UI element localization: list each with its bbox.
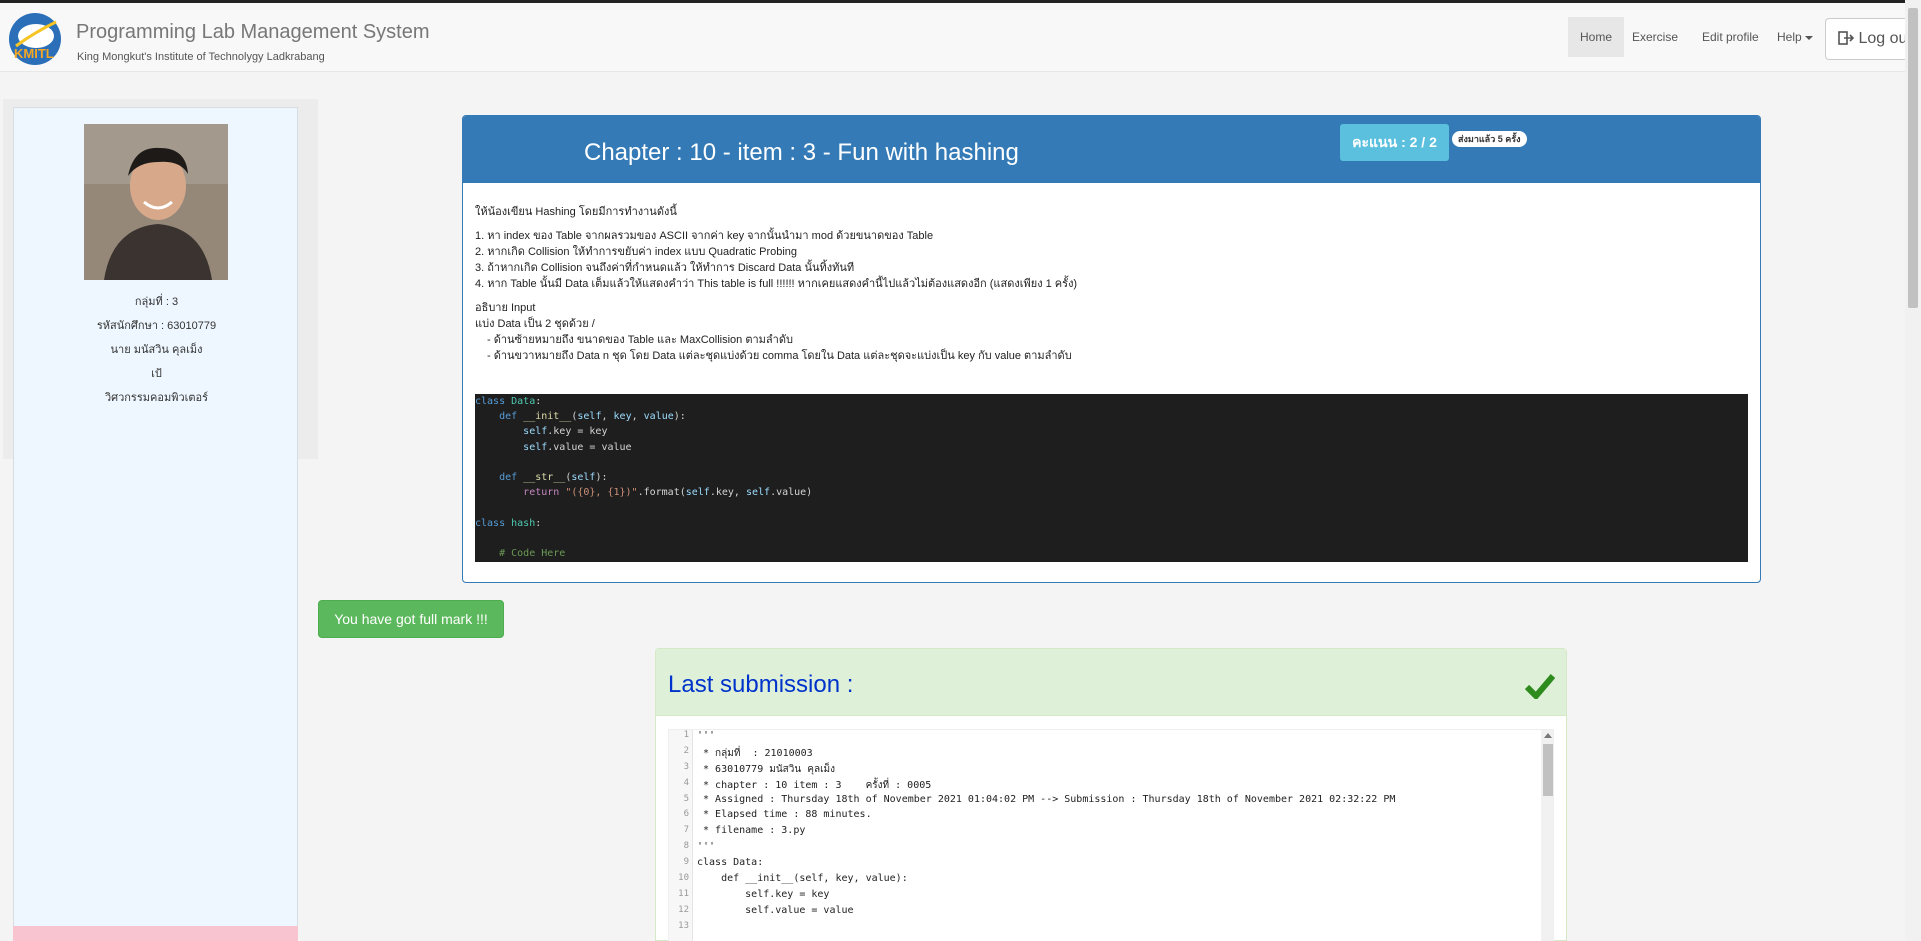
- nav-home[interactable]: Home: [1568, 17, 1625, 57]
- problem-steps: 1. หา index ของ Table จากผลรวมของ ASCII …: [475, 228, 1745, 292]
- profile-group: กลุ่มที่ : 3: [134, 296, 179, 308]
- sidebar-footer-strip: [13, 926, 298, 941]
- code-scrollbar[interactable]: [1541, 730, 1553, 941]
- logout-icon: [1838, 31, 1855, 45]
- problem-description: ให้น้องเขียน Hashing โดยมีการทำงานดังนี้…: [475, 204, 1745, 364]
- check-icon: [1525, 674, 1555, 699]
- code-line: * filename : 3.py: [697, 825, 806, 837]
- input-item: - ด้านซ้ายหมายถึง ขนาดของ Table และ MaxC…: [487, 334, 793, 346]
- profile-sidebar: กลุ่มที่ : 3 รหัสนักศึกษา : 63010779 นาย…: [13, 107, 298, 941]
- starter-code-block[interactable]: class Data: def __init__(self, key, valu…: [475, 394, 1748, 562]
- sent-count-badge: ส่งมาแล้ว 5 ครั้ง: [1452, 131, 1527, 147]
- code-line: self.value = value: [697, 904, 854, 916]
- problem-step: 2. หากเกิด Collision ให้ทำการขยับค่า ind…: [475, 246, 798, 258]
- problem-step: 1. หา index ของ Table จากผลรวมของ ASCII …: [475, 230, 934, 242]
- code-line: self.key = key: [697, 888, 830, 900]
- profile-student-id: รหัสนักศึกษา : 63010779: [96, 320, 217, 332]
- profile-photo: [84, 124, 228, 280]
- app-subtitle: King Mongkut's Institute of Technolygy L…: [77, 51, 325, 63]
- input-heading: อธิบาย Input: [475, 302, 536, 314]
- submission-code-lines: ''' * กลุ่มที่ : 21010003 * 63010779 มนั…: [697, 730, 1537, 937]
- line-number: 3: [683, 761, 689, 772]
- line-number-gutter: 1 2 3 4 5 6 7 8 9 10 11 12 13: [669, 730, 693, 941]
- submission-code-editor[interactable]: 1 2 3 4 5 6 7 8 9 10 11 12 13 ''' * กลุ่มที่ : 21010…: [668, 729, 1554, 941]
- logout-label: Log out: [1858, 30, 1912, 47]
- nav-help-dropdown[interactable]: Help: [1765, 17, 1825, 57]
- code-line: ''': [697, 841, 716, 853]
- code-line: * chapter : 10 item : 3 ครั้งที่ : 0005: [697, 779, 932, 791]
- problem-panel: Chapter : 10 - item : 3 - Fun with hashi…: [462, 115, 1761, 583]
- line-number: 5: [683, 793, 689, 804]
- page-scrollbar[interactable]: [1905, 0, 1921, 941]
- input-item: - ด้านขวาหมายถึง Data n ชุด โดย Data แต่…: [487, 350, 1072, 362]
- line-number: 1: [683, 730, 689, 740]
- input-items: - ด้านซ้ายหมายถึง ขนาดของ Table และ MaxC…: [475, 332, 1745, 364]
- code-line: def __init__(self, key, value):: [697, 873, 908, 885]
- nav-exercise[interactable]: Exercise: [1620, 17, 1690, 57]
- line-number: 8: [683, 841, 689, 852]
- problem-step: 4. หาก Table นั้นมี Data เต็มแล้วให้แสดง…: [475, 278, 1078, 290]
- line-number: 12: [678, 904, 689, 915]
- last-submission-title: Last submission :: [668, 671, 854, 698]
- line-number: 6: [683, 809, 689, 820]
- nav-help-label: Help: [1777, 30, 1802, 44]
- kmitl-logo-icon[interactable]: KMITL: [6, 12, 64, 66]
- code-line: * 63010779 มนัสวิน คุลเม็ง: [697, 763, 835, 775]
- code-line: class Data:: [697, 857, 764, 869]
- code-scroll-thumb[interactable]: [1543, 744, 1553, 796]
- input-description: แบ่ง Data เป็น 2 ชุดด้วย /: [475, 318, 595, 330]
- line-number: 13: [678, 920, 689, 931]
- caret-down-icon: [1804, 35, 1813, 40]
- line-number: 11: [678, 888, 689, 899]
- problem-step: 3. ถ้าหากเกิด Collision จนถึงค่าที่กำหนด…: [475, 262, 855, 274]
- last-submission-header: Last submission :: [656, 649, 1566, 716]
- app-title[interactable]: Programming Lab Management System: [76, 21, 430, 44]
- code-line: * Assigned : Thursday 18th of November 2…: [697, 793, 1396, 805]
- code-line: ''': [697, 730, 716, 741]
- nav-exercise-label: Exercise: [1632, 30, 1679, 44]
- page-scroll-thumb[interactable]: [1908, 8, 1918, 308]
- problem-header: Chapter : 10 - item : 3 - Fun with hashi…: [463, 116, 1760, 183]
- line-number: 4: [683, 777, 689, 788]
- line-number: 7: [683, 825, 689, 836]
- nav-edit-profile[interactable]: Edit profile: [1690, 17, 1771, 57]
- profile-nickname: เป้: [151, 368, 162, 380]
- line-number: 2: [683, 745, 689, 756]
- nav-edit-profile-label: Edit profile: [1702, 30, 1759, 44]
- last-submission-panel: Last submission : 1 2 3 4 5 6 7 8 9 10 11 12 13 ''' …: [655, 648, 1567, 941]
- full-mark-button[interactable]: You have got full mark !!!: [318, 600, 504, 638]
- profile-department: วิศวกรรมคอมพิวเตอร์: [104, 392, 209, 404]
- nav-home-label: Home: [1580, 30, 1613, 44]
- avatar: [84, 124, 228, 280]
- logo-text: KMITL: [14, 46, 54, 61]
- line-number: 9: [683, 857, 689, 868]
- profile-name: นาย มนัสวิน คุลเม็ง: [110, 344, 203, 356]
- scroll-up-icon[interactable]: [1544, 733, 1552, 738]
- top-navbar: KMITL Programming Lab Management System …: [0, 0, 1921, 72]
- code-line: * Elapsed time : 88 minutes.: [697, 809, 872, 821]
- problem-title: Chapter : 10 - item : 3 - Fun with hashi…: [584, 139, 1019, 166]
- problem-intro: ให้น้องเขียน Hashing โดยมีการทำงานดังนี้: [475, 206, 677, 218]
- line-number: 10: [678, 873, 689, 884]
- code-line: * กลุ่มที่ : 21010003: [697, 747, 813, 759]
- score-button[interactable]: คะแนน : 2 / 2: [1340, 124, 1449, 161]
